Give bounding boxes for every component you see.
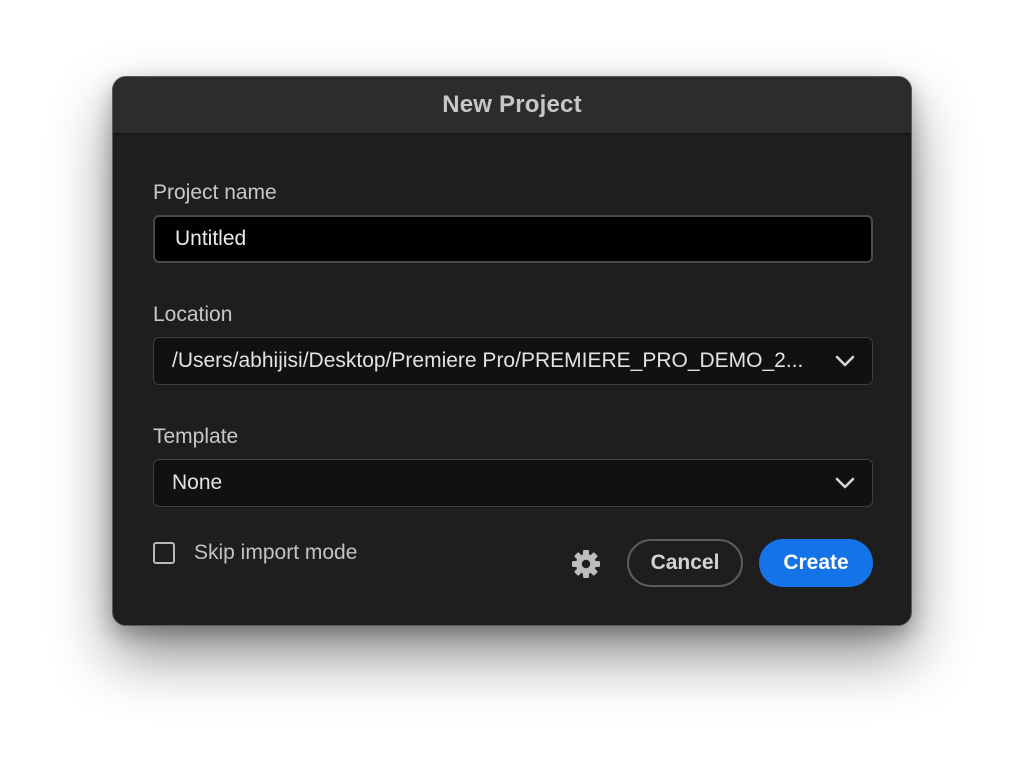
checkbox-box[interactable] (153, 542, 175, 564)
template-label: Template (153, 425, 239, 448)
skip-import-mode-label: Skip import mode (194, 541, 358, 564)
project-name-input[interactable] (153, 215, 873, 263)
chevron-down-icon (834, 472, 856, 494)
cancel-button[interactable]: Cancel (627, 539, 743, 587)
skip-import-mode-checkbox[interactable]: Skip import mode (153, 541, 357, 565)
location-value: /Users/abhijisi/Desktop/Premiere Pro/PRE… (172, 349, 804, 372)
project-name-label: Project name (153, 181, 277, 204)
new-project-dialog: New Project Project name Location /Users… (112, 76, 912, 626)
chevron-down-icon (834, 350, 856, 372)
location-dropdown[interactable]: /Users/abhijisi/Desktop/Premiere Pro/PRE… (153, 337, 873, 385)
gear-icon[interactable] (569, 547, 603, 581)
dialog-title: New Project (442, 91, 582, 118)
create-button[interactable]: Create (759, 539, 873, 587)
dialog-titlebar: New Project (113, 77, 911, 134)
template-value: None (172, 471, 223, 494)
template-dropdown[interactable]: None (153, 459, 873, 507)
location-label: Location (153, 303, 233, 326)
